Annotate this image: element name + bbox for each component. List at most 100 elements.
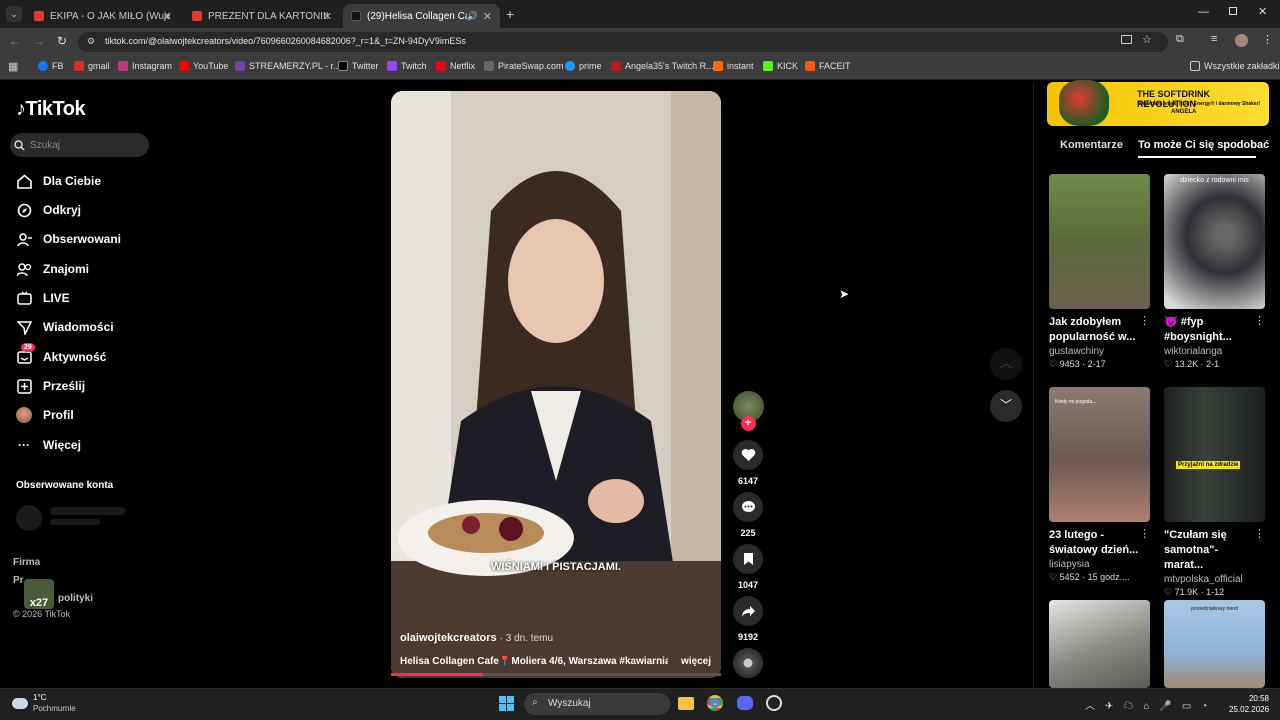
reload-icon[interactable]: ↻ [57, 34, 67, 48]
video-thumbnail[interactable]: Kiedy mi pogoda... [1049, 387, 1150, 522]
card-user[interactable]: gustawchiny [1049, 346, 1150, 357]
follow-plus-icon[interactable]: + [740, 416, 756, 431]
bookmark-fb[interactable]: FB [38, 61, 64, 71]
nav-explore[interactable]: Odkryj [16, 202, 81, 218]
bookmark-pirateswap[interactable]: PirateSwap.com [484, 61, 564, 71]
nav-friends[interactable]: Znajomi [16, 261, 89, 277]
card-menu-icon[interactable]: ⋮ [1139, 527, 1150, 540]
discord-icon[interactable] [737, 696, 753, 710]
video-thumbnail[interactable] [1049, 600, 1150, 688]
bookmark-twitch[interactable]: Twitch [387, 61, 427, 71]
card-title[interactable]: 23 lutego - światowy dzień... [1049, 528, 1139, 558]
close-tab-icon[interactable]: ✕ [323, 10, 332, 23]
profile-avatar[interactable] [1235, 34, 1248, 47]
restore-button[interactable] [1229, 7, 1237, 15]
card-title[interactable]: Jak zdobyłem popularność w... [1049, 315, 1139, 345]
nav-for-you[interactable]: Dla Ciebie [16, 173, 101, 189]
bookmark-streamerzy[interactable]: STREAMERZY.PL - r... [235, 61, 341, 71]
video-player[interactable] [391, 91, 721, 678]
video-thumbnail[interactable]: dziecko z rodowni mis [1164, 174, 1265, 309]
tiktok-logo[interactable]: ♪TikTok [16, 98, 86, 121]
nav-activity[interactable]: 29 Aktywność [16, 343, 106, 365]
video-thumbnail[interactable]: poniedziałkowy trend [1164, 600, 1265, 688]
video-card[interactable]: dziecko z rodowni mis 😈 #fyp #boysnight.… [1164, 174, 1265, 370]
ad-banner[interactable]: THE SOFTDRINK REVOLUTION Najlepsze smaki… [1047, 80, 1269, 126]
browser-tab[interactable]: PREZENT DLA KARTONII! - You ✕ [184, 4, 340, 28]
next-video-button[interactable]: ﹀ [990, 390, 1022, 422]
card-user[interactable]: lisiapysia [1049, 559, 1150, 570]
card-menu-icon[interactable]: ⋮ [1254, 314, 1265, 327]
card-title[interactable]: "Czułam się samotna"- marat... [1164, 528, 1254, 573]
save-button[interactable]: 1047 [733, 544, 763, 590]
footer-terms[interactable]: polityki [58, 593, 93, 604]
video-card[interactable]: Jak zdobyłem popularność w... gustawchin… [1049, 174, 1150, 370]
install-icon[interactable] [1121, 35, 1132, 44]
card-user[interactable]: wiktorialanga [1164, 346, 1265, 357]
footer-program[interactable]: Pr [13, 575, 24, 586]
video-card[interactable]: Przyjaźni na zdradzie "Czułam się samotn… [1164, 387, 1265, 598]
card-user[interactable]: mtvpolska_official [1164, 574, 1265, 585]
tab-comments[interactable]: Komentarze [1060, 139, 1123, 151]
clock[interactable]: 20:58 25.02.2026 [1229, 693, 1269, 715]
card-menu-icon[interactable]: ⋮ [1139, 314, 1150, 327]
nav-live[interactable]: LIVE [16, 290, 70, 306]
footer-company[interactable]: Firma [13, 557, 40, 568]
audio-icon[interactable]: 🔊 [467, 11, 478, 22]
tab-recommended[interactable]: To może Ci się spodobać [1138, 139, 1269, 151]
creator-avatar[interactable]: + [733, 391, 764, 431]
bookmark-twitter[interactable]: Twitter [338, 61, 379, 71]
bookmark-prime[interactable]: prime [565, 61, 602, 71]
close-tab-icon[interactable]: ✕ [163, 10, 172, 23]
file-explorer-icon[interactable] [678, 697, 694, 710]
menu-icon[interactable]: ⋮ [1262, 33, 1273, 46]
close-window-button[interactable]: ✕ [1258, 5, 1267, 18]
bookmark-angela[interactable]: Angela35's Twitch R... [611, 61, 714, 71]
bookmark-instagram[interactable]: Instagram [118, 61, 172, 71]
like-button[interactable]: 6147 [733, 440, 763, 486]
comment-button[interactable]: 225 [733, 492, 763, 538]
video-card[interactable]: poniedziałkowy trend [1164, 600, 1265, 688]
start-button[interactable] [499, 696, 514, 711]
browser-tab-active[interactable]: (29)Helisa Collagen Cafe📍 🔊 ✕ [343, 4, 500, 28]
taskbar-search[interactable] [524, 693, 670, 715]
steam-icon[interactable] [766, 695, 782, 711]
card-menu-icon[interactable]: ⋮ [1254, 527, 1265, 540]
extensions-icon[interactable]: ⧉ [1176, 33, 1184, 46]
previous-video-button[interactable]: ︿ [990, 348, 1022, 380]
nav-following[interactable]: Obserwowani [16, 231, 121, 247]
close-tab-icon[interactable]: ✕ [483, 10, 492, 23]
minimize-button[interactable]: — [1198, 6, 1209, 18]
video-thumbnail[interactable]: Przyjaźni na zdradzie [1164, 387, 1265, 522]
video-card[interactable] [1049, 600, 1150, 688]
bookmark-star-icon[interactable]: ☆ [1142, 33, 1152, 46]
card-title[interactable]: 😈 #fyp #boysnight... [1164, 315, 1254, 345]
video-thumbnail[interactable] [1049, 174, 1150, 309]
bookmark-kick[interactable]: KICK [763, 61, 798, 71]
weather-widget[interactable]: 1°C Pochmurnie [12, 692, 76, 714]
system-tray[interactable]: ︿✈☁⌂🎤▭◔ [1085, 697, 1217, 712]
bookmark-youtube[interactable]: YouTube [179, 61, 228, 71]
video-card[interactable]: Kiedy mi pogoda... 23 lutego - światowy … [1049, 387, 1150, 583]
nav-upload[interactable]: Prześlij [16, 378, 85, 394]
all-bookmarks[interactable]: Wszystkie zakładki [1190, 61, 1280, 71]
nav-profile[interactable]: Profil [16, 407, 74, 423]
nav-more[interactable]: ··· Więcej [16, 437, 81, 453]
nav-messages[interactable]: Wiadomości [16, 319, 114, 335]
media-icon[interactable]: ≡ [1211, 33, 1217, 45]
more-button[interactable]: więcej [681, 656, 711, 667]
bookmark-gmail[interactable]: gmail [74, 61, 110, 71]
share-button[interactable]: 9192 [733, 596, 763, 642]
forward-icon[interactable]: → [33, 34, 45, 48]
bookmark-faceit[interactable]: FACEIT [805, 61, 851, 71]
site-info-icon[interactable]: ⚙ [87, 36, 95, 47]
bookmark-netflix[interactable]: Netflix [436, 61, 475, 71]
new-tab-button[interactable]: + [506, 6, 514, 22]
url-text[interactable]: tiktok.com/@olaiwojtekcreators/video/760… [105, 36, 466, 46]
bookmark-instant[interactable]: instant [713, 61, 754, 71]
sound-disc[interactable] [733, 648, 763, 678]
tab-search-button[interactable]: ⌄ [6, 6, 22, 22]
apps-icon[interactable]: ▦ [8, 60, 18, 73]
browser-tab[interactable]: EKIPA - O JAK MIŁO (Wujas, Mi ✕ [26, 4, 180, 28]
chrome-icon[interactable] [707, 695, 723, 711]
back-icon[interactable]: ← [9, 34, 21, 48]
